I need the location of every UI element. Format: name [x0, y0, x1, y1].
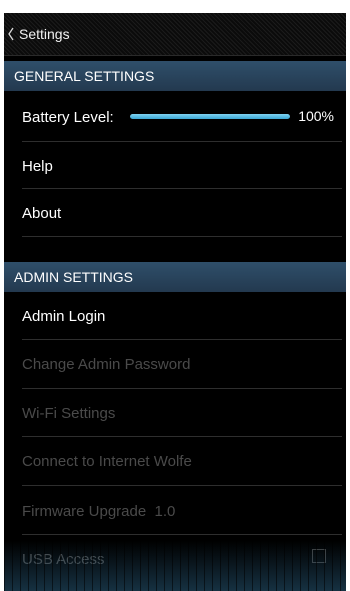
usb-access-checkbox[interactable]: [312, 549, 326, 563]
page-title[interactable]: Settings: [19, 26, 70, 42]
admin-login-label: Admin Login: [22, 307, 106, 325]
battery-level-fill: [130, 114, 290, 119]
divider: [22, 236, 342, 237]
connect-internet-item[interactable]: Connect to Internet Wolfe: [4, 437, 346, 485]
battery-level-label: Battery Level:: [22, 108, 114, 126]
battery-level-bar: [130, 114, 290, 119]
help-label: Help: [22, 157, 53, 175]
admin-login-item[interactable]: Admin Login: [4, 292, 346, 340]
wifi-settings-label: Wi-Fi Settings: [22, 404, 116, 422]
settings-screen: Settings GENERAL SETTINGS Battery Level:…: [4, 13, 346, 591]
usb-access-item[interactable]: USB Access: [4, 535, 346, 583]
battery-level-row: Battery Level: 100%: [4, 93, 346, 141]
about-item[interactable]: About: [4, 189, 346, 237]
chevron-left-icon[interactable]: [7, 24, 19, 44]
section-header-admin: ADMIN SETTINGS: [4, 262, 346, 292]
change-admin-password-item[interactable]: Change Admin Password: [4, 340, 346, 388]
change-admin-password-label: Change Admin Password: [22, 355, 191, 373]
about-label: About: [22, 204, 62, 222]
divider: [22, 485, 342, 486]
section-header-general: GENERAL SETTINGS: [4, 61, 346, 91]
firmware-upgrade-label: Firmware Upgrade 1.0: [22, 502, 176, 520]
wifi-settings-item[interactable]: Wi-Fi Settings: [4, 389, 346, 437]
usb-access-label: USB Access: [22, 550, 105, 568]
firmware-upgrade-item[interactable]: Firmware Upgrade 1.0: [4, 487, 346, 535]
help-item[interactable]: Help: [4, 142, 346, 190]
title-bar: Settings: [4, 13, 346, 56]
battery-level-value: 100%: [298, 108, 334, 124]
connect-internet-label: Connect to Internet Wolfe: [22, 452, 192, 470]
